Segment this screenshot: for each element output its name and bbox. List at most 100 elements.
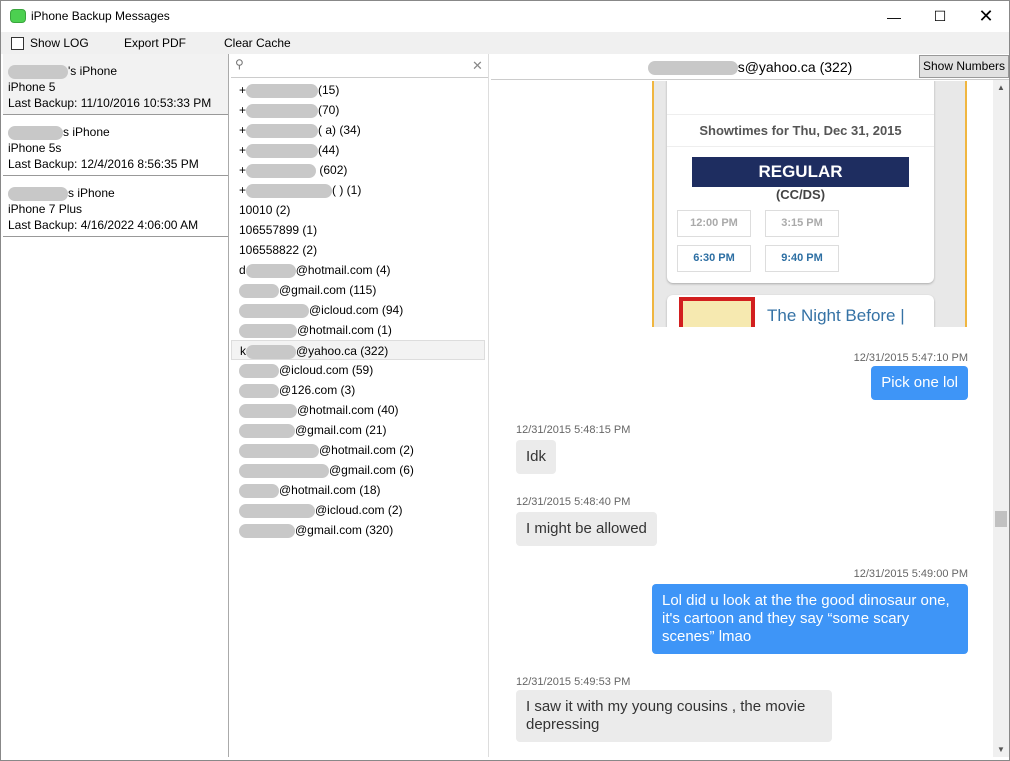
redacted-blur <box>246 143 319 158</box>
contact-prefix: + <box>239 163 247 177</box>
scrollbar[interactable]: ▲ ▼ <box>993 80 1009 757</box>
redacted-blur <box>239 523 295 538</box>
redacted-blur <box>239 483 279 498</box>
maximize-button[interactable]: ☐ <box>917 1 963 32</box>
show-log-checkbox[interactable] <box>11 37 24 50</box>
contact-prefix: 10010 (2) <box>239 203 291 217</box>
contact-item[interactable]: + (44) <box>231 140 488 160</box>
last-backup: Last Backup: 4/16/2022 4:06:00 AM <box>8 218 199 232</box>
contact-suffix: @icloud.com (59) <box>279 363 374 377</box>
device-name: s iPhone <box>63 125 110 139</box>
contact-item[interactable]: 10010 (2) <box>231 200 488 220</box>
contact-suffix: @hotmail.com (2) <box>319 443 414 457</box>
showtime: 9:40 PM <box>765 245 839 272</box>
contact-item[interactable]: k @yahoo.ca (322) <box>231 340 485 360</box>
search-input[interactable]: ⚲ ✕ <box>231 54 488 78</box>
device-item[interactable]: 's iPhone iPhone 5 Last Backup: 11/10/20… <box>3 54 228 115</box>
redacted-blur <box>239 463 329 478</box>
contact-prefix: 106557899 (1) <box>239 223 318 237</box>
contact-suffix: @gmail.com (6) <box>329 463 414 477</box>
contact-item[interactable]: @hotmail.com (40) <box>231 400 488 420</box>
sent-message-bubble: Lol did u look at the the good dinosaur … <box>652 584 968 654</box>
contact-suffix: @hotmail.com (18) <box>279 483 381 497</box>
clear-cache-button[interactable]: Clear Cache <box>224 36 291 50</box>
scroll-down-icon[interactable]: ▼ <box>993 745 1009 754</box>
received-message-bubble: I might be allowed <box>516 512 657 546</box>
redacted-blur <box>246 123 319 138</box>
contact-item[interactable]: @hotmail.com (18) <box>231 480 488 500</box>
contact-item[interactable]: @hotmail.com (1) <box>231 320 488 340</box>
contact-suffix: (44) <box>318 143 340 157</box>
contact-item[interactable]: 106558822 (2) <box>231 240 488 260</box>
contact-item[interactable]: @gmail.com (320) <box>231 520 488 540</box>
redacted-blur <box>246 103 319 118</box>
showtime: 6:30 PM <box>677 245 751 272</box>
contact-item[interactable]: @icloud.com (59) <box>231 360 488 380</box>
contact-suffix: (602) <box>316 163 348 177</box>
redacted-blur <box>239 283 279 298</box>
showtime: 12:00 PM <box>677 210 751 237</box>
contact-item[interactable]: 106557899 (1) <box>231 220 488 240</box>
contact-item[interactable]: + ( ) (1) <box>231 180 488 200</box>
format-sub: (CC/DS) <box>775 187 826 202</box>
contact-suffix: (15) <box>318 83 340 97</box>
device-item[interactable]: s iPhone iPhone 7 Plus Last Backup: 4/16… <box>3 176 228 237</box>
contact-item[interactable]: d @hotmail.com (4) <box>231 260 488 280</box>
contact-suffix: @hotmail.com (40) <box>297 403 399 417</box>
messages-app-icon <box>10 9 26 23</box>
device-item[interactable]: s iPhone iPhone 5s Last Backup: 12/4/201… <box>3 115 228 176</box>
contact-item[interactable]: @gmail.com (115) <box>231 280 488 300</box>
redacted-blur <box>239 443 319 458</box>
export-pdf-button[interactable]: Export PDF <box>124 36 186 50</box>
contact-suffix: @icloud.com (94) <box>309 303 404 317</box>
contact-suffix: ( ) (1) <box>332 183 362 197</box>
contact-item[interactable]: @gmail.com (6) <box>231 460 488 480</box>
redacted-blur <box>239 303 309 318</box>
showtimes-heading: Showtimes for Thu, Dec 31, 2015 <box>667 115 934 147</box>
contact-suffix: @gmail.com (21) <box>295 423 387 437</box>
redacted-blur <box>239 323 297 338</box>
contact-item[interactable]: + (70) <box>231 100 488 120</box>
last-backup: Last Backup: 12/4/2016 8:56:35 PM <box>8 157 199 171</box>
contact-item[interactable]: + (15) <box>231 80 488 100</box>
conversation-pane: s@yahoo.ca (322) Show Numbers ▲ ▼ Showti… <box>491 54 1009 757</box>
scroll-up-icon[interactable]: ▲ <box>993 83 1009 92</box>
contact-item[interactable]: @gmail.com (21) <box>231 420 488 440</box>
redacted-blur <box>239 383 279 398</box>
format-banner: REGULAR <box>692 157 909 187</box>
show-numbers-button[interactable]: Show Numbers <box>918 55 1009 78</box>
contact-item[interactable]: + (602) <box>231 160 488 180</box>
clear-search-icon[interactable]: ✕ <box>472 58 483 74</box>
contact-suffix: @hotmail.com (1) <box>297 323 392 337</box>
contact-prefix: + <box>239 143 247 157</box>
show-log-label[interactable]: Show LOG <box>30 36 89 50</box>
movie-poster <box>679 297 755 327</box>
redacted-blur <box>246 163 317 178</box>
search-icon: ⚲ <box>235 57 244 71</box>
redacted-blur <box>8 64 68 79</box>
contact-item[interactable]: + ( a) (34) <box>231 120 488 140</box>
scrollbar-thumb[interactable] <box>995 511 1007 527</box>
contact-prefix: + <box>239 103 247 117</box>
message-timestamp: 12/31/2015 5:49:00 PM <box>853 568 968 580</box>
received-message-bubble: I saw it with my young cousins , the mov… <box>516 690 832 742</box>
contact-item[interactable]: @icloud.com (2) <box>231 500 488 520</box>
attached-image: Showtimes for Thu, Dec 31, 2015 REGULAR … <box>652 81 967 327</box>
contact-item[interactable]: @icloud.com (94) <box>231 300 488 320</box>
contact-suffix: @hotmail.com (4) <box>295 263 391 277</box>
redacted-blur <box>8 186 68 201</box>
contact-item[interactable]: @126.com (3) <box>231 380 488 400</box>
close-button[interactable]: ✕ <box>963 1 1009 32</box>
message-timestamp: 12/31/2015 5:48:15 PM <box>516 424 631 436</box>
contact-prefix: + <box>239 183 247 197</box>
redacted-blur <box>8 125 63 140</box>
contact-prefix: d <box>239 263 246 277</box>
contact-item[interactable]: @hotmail.com (2) <box>231 440 488 460</box>
redacted-blur <box>246 183 333 198</box>
window-title: iPhone Backup Messages <box>31 9 170 23</box>
contact-suffix: (70) <box>318 103 340 117</box>
contact-suffix: @icloud.com (2) <box>315 503 403 517</box>
minimize-button[interactable]: — <box>871 1 917 32</box>
redacted-blur <box>246 83 319 98</box>
device-model: iPhone 7 Plus <box>8 202 83 216</box>
